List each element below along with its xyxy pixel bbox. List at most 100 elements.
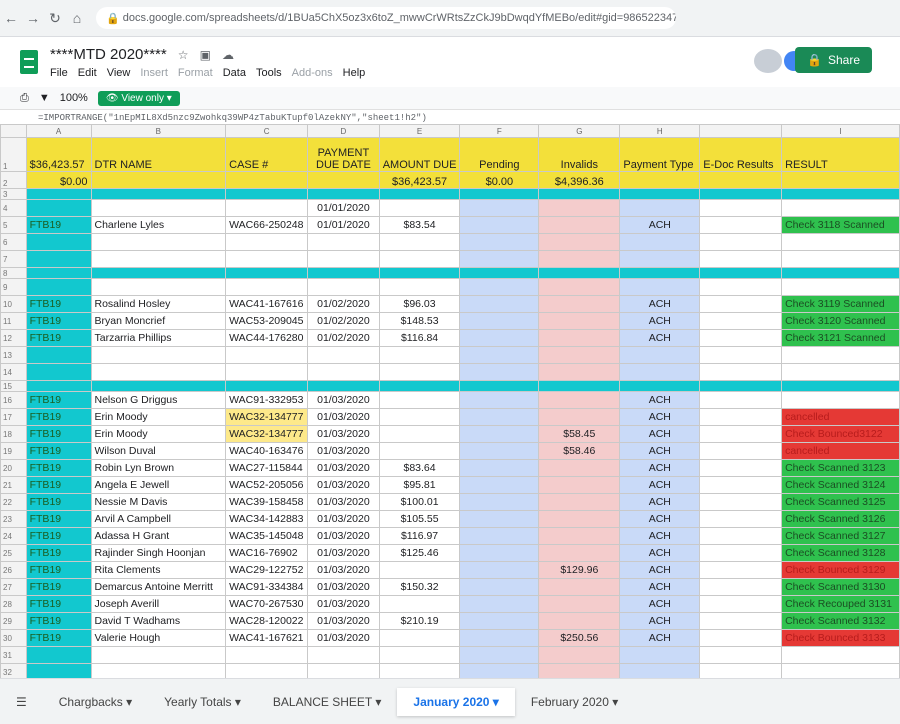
- cell-pending[interactable]: [459, 391, 540, 409]
- row-number[interactable]: 10: [0, 295, 27, 313]
- cell-edoc-results[interactable]: [699, 629, 783, 647]
- row-number[interactable]: 22: [0, 493, 27, 511]
- band-cell[interactable]: [307, 267, 380, 279]
- cell-case-number[interactable]: [225, 278, 309, 296]
- cell-code[interactable]: FTB19: [25, 578, 92, 596]
- cell-code[interactable]: FTB19: [25, 595, 92, 613]
- cell-case-number[interactable]: WAC40-163476: [225, 442, 309, 460]
- cell-dtr-name[interactable]: Adassa H Grant: [90, 527, 227, 545]
- cell-pending[interactable]: [459, 629, 540, 647]
- filter-icon[interactable]: ▼: [39, 92, 50, 104]
- cell-result[interactable]: Check Scanned 3126: [781, 510, 900, 528]
- cell-case-number[interactable]: WAC70-267530: [225, 595, 309, 613]
- band-cell[interactable]: [90, 380, 227, 392]
- header-pending[interactable]: Pending: [459, 137, 540, 172]
- cell-payment-due-date[interactable]: 01/03/2020: [307, 510, 380, 528]
- cell-pending[interactable]: [459, 329, 540, 347]
- row-number[interactable]: 23: [0, 510, 27, 528]
- cell-invalids[interactable]: [538, 510, 621, 528]
- cell-result[interactable]: Check 3121 Scanned: [781, 329, 900, 347]
- cell-result[interactable]: Check Recouped 3131: [781, 595, 900, 613]
- cell-result[interactable]: Check Scanned 3132: [781, 612, 900, 630]
- cell-invalids[interactable]: [538, 527, 621, 545]
- cell-result[interactable]: Check Scanned 3124: [781, 476, 900, 494]
- cell-case-number[interactable]: [225, 199, 309, 217]
- cell-payment-due-date[interactable]: 01/03/2020: [307, 442, 380, 460]
- cell-payment-type[interactable]: [619, 363, 701, 381]
- cell-code[interactable]: FTB19: [25, 391, 92, 409]
- cell-pending[interactable]: [459, 578, 540, 596]
- cell[interactable]: [90, 171, 227, 189]
- cell-amount-due[interactable]: $96.03: [378, 295, 461, 313]
- cell-edoc-results[interactable]: [699, 493, 783, 511]
- cell-code[interactable]: FTB19: [25, 329, 92, 347]
- menu-insert[interactable]: Insert: [140, 67, 168, 79]
- menu-tools[interactable]: Tools: [256, 67, 282, 79]
- cell-invalids[interactable]: $250.56: [538, 629, 621, 647]
- cell-pending[interactable]: [459, 295, 540, 313]
- cell-invalids[interactable]: [538, 544, 621, 562]
- header-edoc-results[interactable]: E-Doc Results: [699, 137, 783, 172]
- cell-edoc-results[interactable]: [699, 459, 783, 477]
- cell-pending[interactable]: [459, 216, 540, 234]
- row-number[interactable]: 24: [0, 527, 27, 545]
- band-cell[interactable]: [781, 380, 900, 392]
- cell-invalids[interactable]: $129.96: [538, 561, 621, 579]
- cell-payment-type[interactable]: ACH: [619, 527, 701, 545]
- cell-invalids[interactable]: [538, 459, 621, 477]
- cell-dtr-name[interactable]: [90, 250, 227, 268]
- cell-payment-due-date[interactable]: [307, 646, 380, 664]
- cell-edoc-results[interactable]: [699, 408, 783, 426]
- cell-dtr-name[interactable]: Joseph Averill: [90, 595, 227, 613]
- band-cell[interactable]: [619, 188, 701, 200]
- band-cell[interactable]: [699, 188, 783, 200]
- band-cell[interactable]: [538, 380, 621, 392]
- row-number[interactable]: 25: [0, 544, 27, 562]
- cell-pending[interactable]: [459, 408, 540, 426]
- cell-edoc-results[interactable]: [699, 544, 783, 562]
- cell-edoc-results[interactable]: [699, 561, 783, 579]
- cell-edoc-results[interactable]: [699, 346, 783, 364]
- column-header-F[interactable]: F: [459, 124, 540, 138]
- cell-case-number[interactable]: [225, 363, 309, 381]
- menu-view[interactable]: View: [107, 67, 131, 79]
- band-cell[interactable]: [25, 380, 92, 392]
- reload-icon[interactable]: ↻: [44, 10, 66, 27]
- cell-payment-due-date[interactable]: 01/03/2020: [307, 561, 380, 579]
- cell-edoc-results[interactable]: [699, 363, 783, 381]
- cell-amount-due[interactable]: [378, 408, 461, 426]
- cell-amount-due[interactable]: [378, 199, 461, 217]
- cell-result[interactable]: [781, 346, 900, 364]
- band-cell[interactable]: [699, 380, 783, 392]
- cell-pending[interactable]: [459, 646, 540, 664]
- cell-payment-type[interactable]: ACH: [619, 295, 701, 313]
- cell-payment-due-date[interactable]: [307, 233, 380, 251]
- cell-payment-type[interactable]: [619, 278, 701, 296]
- cell-case-number[interactable]: WAC28-120022: [225, 612, 309, 630]
- share-button[interactable]: 🔒 Share: [795, 47, 872, 73]
- cell-pending[interactable]: [459, 510, 540, 528]
- move-folder-icon[interactable]: ▣: [200, 48, 211, 62]
- cell-edoc-results[interactable]: [699, 199, 783, 217]
- cell-code[interactable]: FTB19: [25, 612, 92, 630]
- header-invalids[interactable]: Invalids: [538, 137, 621, 172]
- home-icon[interactable]: ⌂: [66, 10, 88, 26]
- band-cell[interactable]: [225, 267, 309, 279]
- row-number[interactable]: 11: [0, 312, 27, 330]
- cell-result[interactable]: Check Scanned 3123: [781, 459, 900, 477]
- cell-dtr-name[interactable]: Nelson G Driggus: [90, 391, 227, 409]
- cell-invalids[interactable]: [538, 476, 621, 494]
- cell-code[interactable]: FTB19: [25, 459, 92, 477]
- cell-amount-due[interactable]: [378, 391, 461, 409]
- cell-payment-due-date[interactable]: 01/03/2020: [307, 408, 380, 426]
- cell-code[interactable]: [25, 646, 92, 664]
- cell-payment-type[interactable]: ACH: [619, 578, 701, 596]
- cell-case-number[interactable]: WAC39-158458: [225, 493, 309, 511]
- band-cell[interactable]: [699, 267, 783, 279]
- cell-code[interactable]: FTB19: [25, 295, 92, 313]
- row-number[interactable]: 7: [0, 250, 27, 268]
- band-cell[interactable]: [619, 267, 701, 279]
- row-number[interactable]: 29: [0, 612, 27, 630]
- row-number[interactable]: 20: [0, 459, 27, 477]
- cell-payment-type[interactable]: ACH: [619, 629, 701, 647]
